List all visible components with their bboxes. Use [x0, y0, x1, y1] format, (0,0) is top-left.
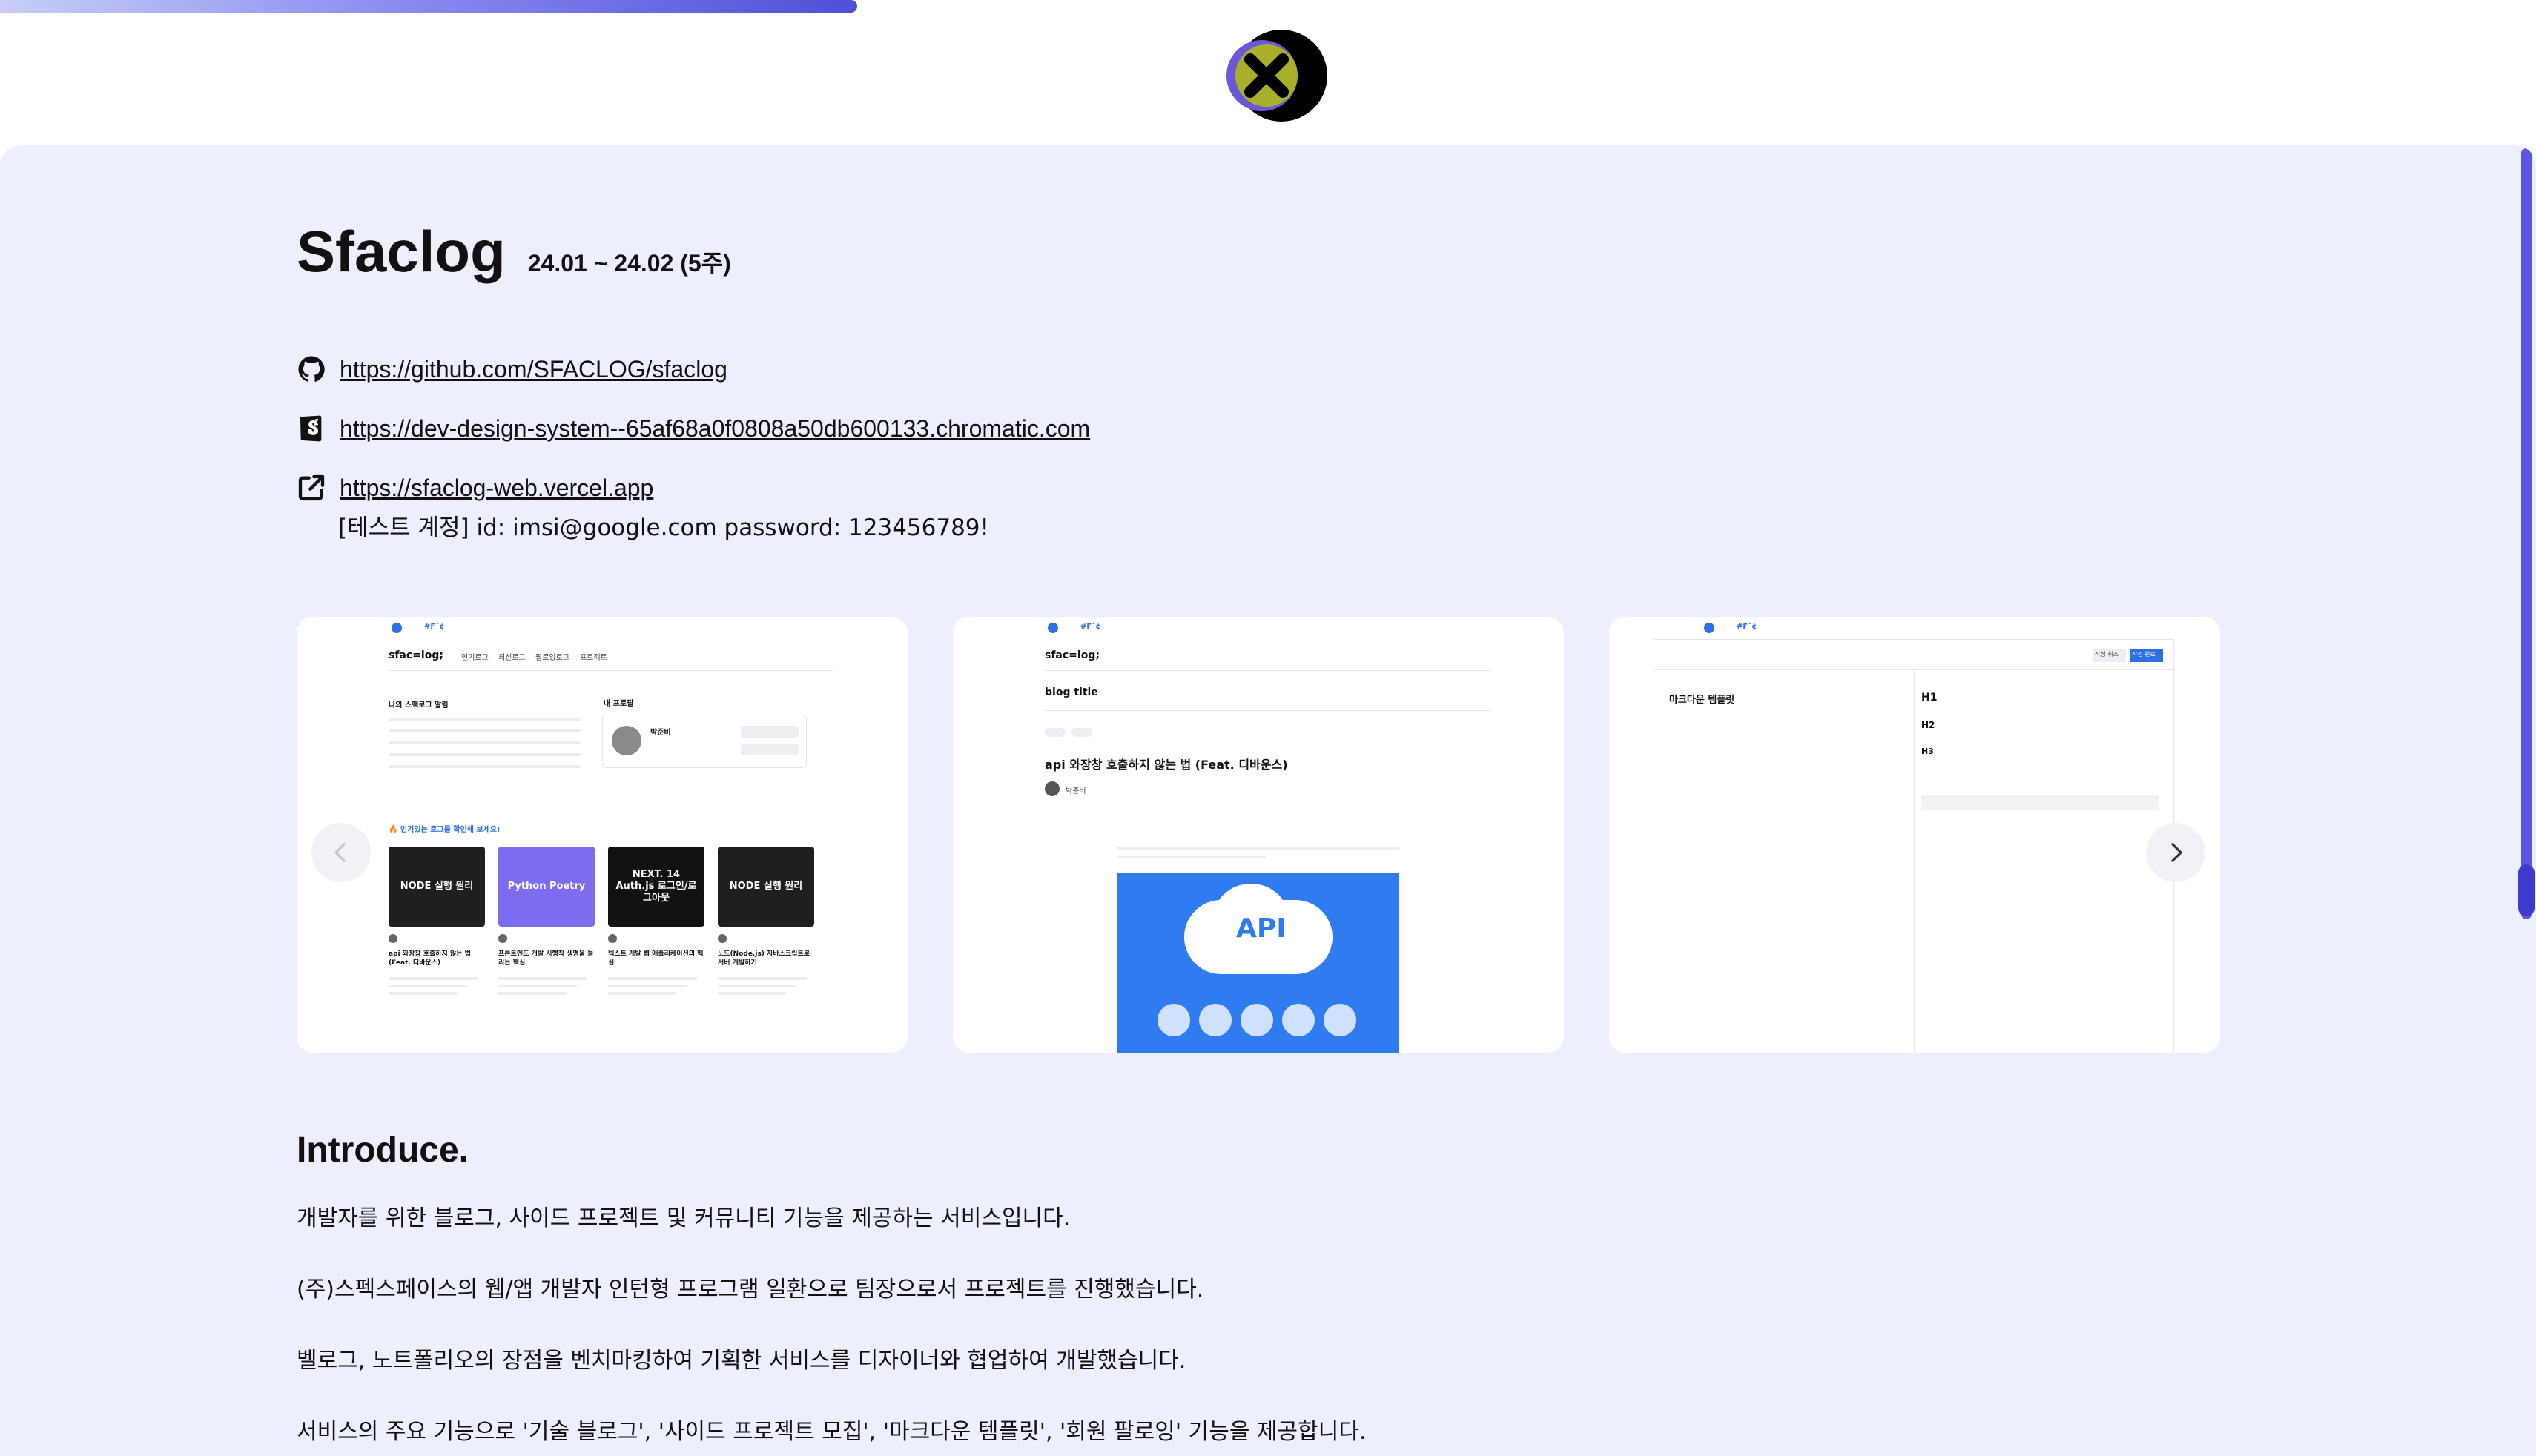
- mini-log-thumbnail: NODE 실행 원리: [718, 847, 814, 927]
- introduce-heading: Introduce.: [297, 1131, 469, 1170]
- slide-post-preview: #Fˇ¢ sfac=log; blog title api 와장창 호출하지 않…: [953, 617, 1564, 1053]
- mini-text-line: [718, 977, 807, 980]
- github-link[interactable]: https://github.com/SFACLOG/sfaclog: [340, 356, 727, 383]
- github-link-row: https://github.com/SFACLOG/sfaclog: [297, 354, 727, 384]
- mini-text-line: [608, 992, 676, 995]
- mini-profile-label: 내 프로필: [604, 700, 634, 708]
- project-period: 24.01 ~ 24.02 (5주): [527, 250, 731, 277]
- introduce-paragraph: (주)스펙스페이스의 웹/앱 개발자 인턴형 프로그램 일환으로 팀장으로서 프…: [297, 1277, 1204, 1303]
- carousel-prev-button[interactable]: [311, 823, 371, 882]
- mini-text-line: [718, 985, 796, 987]
- mini-section-title: 나의 스팩로그 알림: [389, 701, 449, 709]
- external-link-icon: [297, 473, 326, 503]
- mini-log-title: 프론트엔드 개발 시행착 생명을 늘리는 핵심: [498, 950, 594, 967]
- close-button[interactable]: [1225, 28, 1330, 123]
- mini-h3: H3: [1921, 747, 1934, 756]
- introduce-paragraph: 개발자를 위한 블로그, 사이드 프로젝트 및 커뮤니티 기능을 제공하는 서비…: [297, 1205, 1071, 1231]
- avatar: [498, 934, 507, 943]
- scrollbar-thumb-handle[interactable]: [2518, 864, 2535, 916]
- mini-api-image: API: [1117, 873, 1399, 1053]
- carousel-slide-home[interactable]: #Fˇ¢ sfac=log; 인기로그 최신로그 팔로잉로그 프로젝트 나의 스…: [297, 617, 908, 1053]
- scrollbar-thumb[interactable]: [2521, 148, 2532, 919]
- screenshot-carousel: #Fˇ¢ sfac=log; 인기로그 최신로그 팔로잉로그 프로젝트 나의 스…: [297, 617, 2220, 1053]
- mini-log-title: 넥스트 개발 웹 애플리케이션의 핵심: [608, 950, 704, 967]
- mini-log-thumbnail: NEXT. 14 Auth.js 로그인/로그아웃: [608, 847, 704, 927]
- avatar: [718, 934, 727, 943]
- website-link-row: https://sfaclog-web.vercel.app: [297, 473, 653, 503]
- mini-menu-item: 최신로그: [498, 654, 526, 662]
- project-title: Sfaclog: [297, 219, 506, 284]
- mini-menu-item: 프로젝트: [580, 654, 607, 662]
- mini-text-line: [608, 985, 687, 987]
- mini-menu-item: 인기로그: [461, 654, 489, 662]
- logo-icon: [1704, 623, 1714, 633]
- logo-icon: [392, 623, 402, 633]
- mini-cancel-button: 작성 취소: [2095, 651, 2119, 658]
- mini-h1: H1: [1921, 692, 1938, 704]
- project-detail-sheet: Sfaclog 24.01 ~ 24.02 (5주) https://githu…: [0, 145, 2536, 1456]
- mini-h2: H2: [1921, 720, 1935, 730]
- carousel-slide-editor[interactable]: #Fˇ¢ 작성 취소 작성 완료 마크다운 템플릿 H1 H2 H3: [1609, 617, 2220, 1053]
- mini-menu-item: 팔로잉로그: [535, 654, 569, 662]
- title-row: Sfaclog 24.01 ~ 24.02 (5주): [297, 218, 731, 285]
- chevron-right-icon: [2171, 843, 2182, 862]
- mini-api-text: API: [1236, 913, 1287, 944]
- introduce-paragraph: 서비스의 주요 기능으로 '기술 블로그', '사이드 프로젝트 모집', '마…: [297, 1419, 1367, 1445]
- storybook-icon: [297, 414, 326, 443]
- mini-blog-title: blog title: [1045, 686, 1098, 698]
- mini-log-title: api 와장창 호출하지 않는 법 (Feat. 디바운스): [389, 950, 471, 967]
- scrollbar[interactable]: [2517, 145, 2536, 1456]
- mini-post-author: 박준비: [1066, 787, 1086, 795]
- close-icon: [1226, 30, 1327, 122]
- mini-log-card: NEXT. 14 Auth.js 로그인/로그아웃넥스트 개발 웹 애플리케이션…: [608, 847, 704, 1017]
- avatar: [608, 934, 617, 943]
- mini-log-card: NODE 실행 원리노드(Node.js) 자바스크립트로 서버 개발하기: [718, 847, 814, 1017]
- avatar: [389, 934, 397, 943]
- mini-template-title: 마크다운 템플릿: [1669, 695, 1735, 706]
- mini-log-card: NODE 실행 원리 api 와장창 호출하지 않는 법 (Feat. 디바운스): [389, 847, 485, 1017]
- mini-text-line: [389, 985, 467, 987]
- mini-text-line: [389, 992, 457, 995]
- carousel-slide-post[interactable]: #Fˇ¢ sfac=log; blog title api 와장창 호출하지 않…: [953, 617, 1564, 1053]
- mini-brand: sfac=log;: [389, 649, 443, 661]
- scroll-progress-track: [0, 0, 2536, 13]
- mini-log-thumbnail: Python Poetry: [498, 847, 595, 927]
- mini-text-line: [498, 977, 587, 980]
- mini-text-line: [608, 977, 697, 980]
- storybook-link[interactable]: https://dev-design-system--65af68a0f0808…: [340, 415, 1090, 443]
- scroll-progress-bar: [0, 0, 857, 13]
- mini-text-line: [718, 992, 786, 995]
- slide-home-preview: #Fˇ¢ sfac=log; 인기로그 최신로그 팔로잉로그 프로젝트 나의 스…: [297, 617, 908, 1053]
- introduce-paragraph: 벨로그, 노트폴리오의 장점을 벤치마킹하여 기획한 서비스를 디자이너와 협업…: [297, 1348, 1186, 1374]
- mini-post-title: api 와장창 호출하지 않는 법 (Feat. 디바운스): [1045, 758, 1288, 772]
- logo-icon: [1048, 623, 1058, 633]
- mini-log-thumbnail: NODE 실행 원리: [389, 847, 485, 927]
- mini-publish-button: 작성 완료: [2132, 651, 2156, 658]
- carousel-next-button[interactable]: [2146, 823, 2205, 882]
- mini-profile-name: 박준비: [650, 729, 671, 737]
- github-icon: [297, 354, 326, 384]
- chevron-left-icon: [334, 843, 346, 862]
- mini-text-line: [498, 992, 567, 995]
- mini-text-line: [498, 985, 577, 987]
- test-account-info: [테스트 계정] id: imsi@google.com password: 1…: [338, 514, 989, 541]
- website-link[interactable]: https://sfaclog-web.vercel.app: [340, 474, 653, 502]
- mini-log-card: Python Poetry 프론트엔드 개발 시행착 생명을 늘리는 핵심: [498, 847, 595, 1017]
- storybook-link-row: https://dev-design-system--65af68a0f0808…: [297, 414, 1090, 443]
- mini-text-line: [389, 977, 478, 980]
- mini-log-title: 노드(Node.js) 자바스크립트로 서버 개발하기: [718, 950, 810, 967]
- mini-brand: sfac=log;: [1045, 649, 1100, 661]
- slide-editor-preview: #Fˇ¢ 작성 취소 작성 완료 마크다운 템플릿 H1 H2 H3: [1609, 617, 2220, 1053]
- mini-popular-title: 🔥 인기있는 로그를 확인해 보세요!: [389, 826, 501, 834]
